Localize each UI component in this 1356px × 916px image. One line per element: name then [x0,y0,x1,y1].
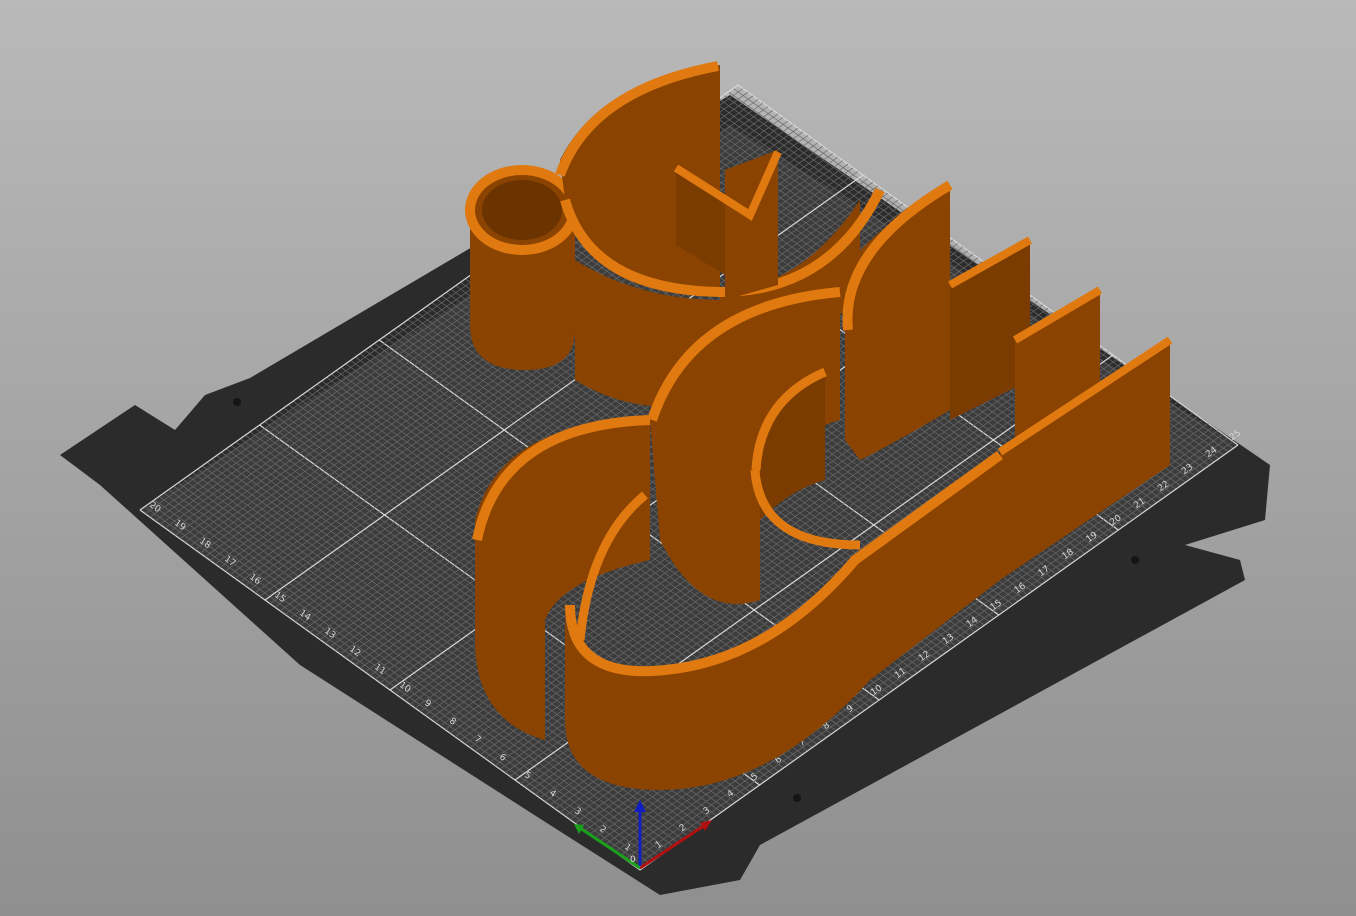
model-part-cylinder-inner [482,180,562,240]
origin-label: 0 [630,855,636,865]
bed-mount-hole [233,398,241,406]
bed-mount-hole [1131,556,1139,564]
bed-mount-hole [793,794,801,802]
3d-viewport[interactable]: 1 2 3 4 5 6 7 8 9 10 11 12 13 14 15 16 17 18 19 20 21 22 23 24 2… [0,0,1356,916]
3d-scene[interactable]: 1234567891011121314151617181920212223242… [0,0,1356,916]
